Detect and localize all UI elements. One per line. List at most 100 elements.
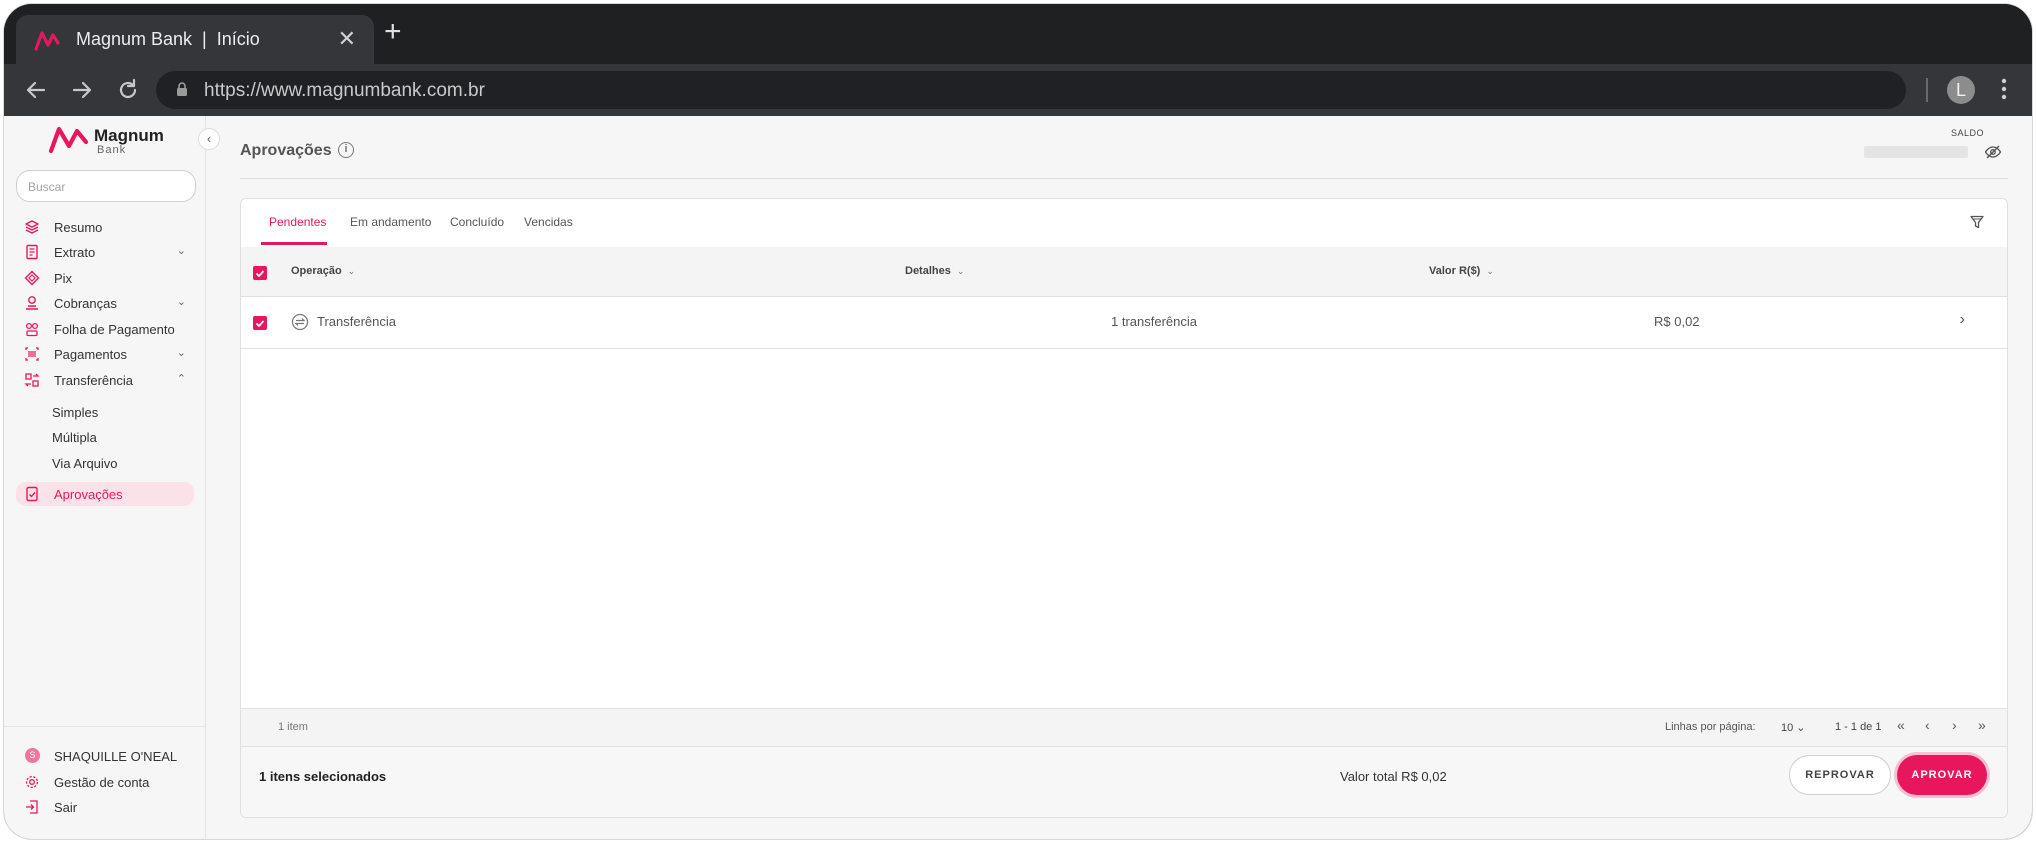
logout-link[interactable]: Sair — [16, 796, 198, 818]
profile-avatar[interactable]: L — [1947, 76, 1975, 104]
sidebar: Magnum Bank Buscar Resumo Extrato ⌄ Pix — [4, 116, 206, 839]
last-page-icon[interactable]: » — [1978, 717, 1986, 733]
operation-cell: Transferência — [317, 314, 396, 329]
sidebar-item-label: Pagamentos — [54, 347, 127, 362]
chevron-down-icon: ⌄ — [176, 245, 186, 257]
close-tab-icon[interactable]: ✕ — [338, 27, 356, 51]
header-divider — [240, 178, 2008, 179]
rows-per-page-select[interactable]: 10 ⌄ — [1781, 721, 1806, 734]
selected-count: 1 itens selecionados — [259, 769, 387, 784]
document-icon — [26, 244, 38, 260]
chevron-down-icon: ⌄ — [176, 347, 186, 359]
filter-icon[interactable] — [1969, 214, 1985, 230]
page-range: 1 - 1 de 1 — [1835, 721, 1882, 733]
next-page-icon[interactable]: › — [1952, 717, 1957, 733]
selection-bar: 1 itens selecionados Valor total R$ 0,02… — [241, 746, 2007, 817]
toolbar-divider — [1926, 78, 1928, 102]
saldo-hidden-value — [1864, 146, 1968, 158]
reload-icon[interactable] — [114, 76, 142, 104]
sidebar-item-extrato[interactable]: Extrato ⌄ — [16, 241, 198, 263]
app-page: Magnum Bank Buscar Resumo Extrato ⌄ Pix — [4, 116, 2032, 839]
eye-off-icon[interactable] — [1984, 143, 2002, 161]
barcode-icon — [25, 347, 39, 361]
table-header: Operação ⌄ Detalhes ⌄ Valor R($) ⌄ — [241, 247, 2007, 297]
logout-label: Sair — [54, 800, 78, 815]
reject-button[interactable]: REPROVAR — [1789, 755, 1891, 795]
page-title: Aprovações — [240, 142, 332, 159]
tab-concluido[interactable]: Concluído — [450, 215, 504, 229]
back-icon[interactable] — [22, 76, 50, 104]
chevron-right-icon[interactable]: › — [1960, 311, 1965, 329]
logout-icon — [26, 800, 38, 814]
tab-em-andamento[interactable]: Em andamento — [350, 215, 431, 229]
sidebar-item-resumo[interactable]: Resumo — [16, 216, 198, 238]
active-tab-indicator — [261, 242, 327, 245]
sidebar-item-transferencia[interactable]: Transferência ⌃ — [16, 369, 198, 391]
status-tabs: Pendentes Em andamento Concluído Vencida… — [241, 199, 2007, 247]
user-name: SHAQUILLE O'NEAL — [54, 749, 178, 764]
sidebar-item-label: Resumo — [54, 220, 103, 235]
column-detalhes[interactable]: Detalhes ⌄ — [905, 265, 964, 277]
sidebar-item-cobrancas[interactable]: Cobranças ⌄ — [16, 292, 198, 314]
prev-page-icon[interactable]: ‹ — [1925, 717, 1930, 733]
transfer-icon — [24, 373, 40, 387]
info-icon[interactable]: i — [338, 142, 354, 158]
magnum-favicon-icon — [34, 31, 60, 51]
sidebar-item-label: Aprovações — [54, 487, 123, 502]
sidebar-item-pagamentos[interactable]: Pagamentos ⌄ — [16, 343, 198, 365]
sidebar-item-label: Pix — [54, 271, 73, 286]
browser-window: Magnum Bank | Início ✕ + https://www.mag… — [4, 4, 2032, 839]
rows-per-page-label: Linhas por página: — [1665, 721, 1756, 733]
sidebar-subitem-via-arquivo[interactable]: Via Arquivo — [52, 456, 118, 471]
browser-tab[interactable]: Magnum Bank | Início ✕ — [16, 15, 374, 65]
chevron-down-icon: ⌄ — [176, 296, 186, 308]
brand-sub: Bank — [97, 144, 127, 156]
sort-icon: ⌄ — [956, 266, 965, 276]
sidebar-item-aprovacoes[interactable]: Aprovações — [16, 482, 194, 506]
lock-icon — [177, 82, 187, 96]
chevron-up-icon: ⌃ — [176, 373, 186, 385]
approval-icon — [26, 486, 38, 502]
collapse-sidebar-icon[interactable]: ‹ — [198, 128, 220, 150]
tab-vencidas[interactable]: Vencidas — [524, 215, 573, 229]
url-text: https://www.magnumbank.com.br — [204, 80, 485, 101]
approve-button[interactable]: APROVAR — [1897, 755, 1987, 795]
magnum-logo-icon — [48, 126, 89, 154]
total-value: Valor total R$ 0,02 — [1340, 769, 1447, 784]
value-cell: R$ 0,02 — [1654, 314, 1700, 329]
new-tab-icon[interactable]: + — [384, 17, 402, 47]
menu-kebab-icon[interactable] — [1999, 74, 2009, 104]
forward-icon[interactable] — [68, 76, 96, 104]
search-input[interactable]: Buscar — [16, 170, 196, 202]
sidebar-item-label: Cobranças — [54, 296, 117, 311]
sidebar-item-label: Folha de Pagamento — [54, 322, 175, 337]
item-count: 1 item — [278, 721, 308, 733]
sidebar-item-label: Transferência — [54, 373, 133, 388]
user-profile[interactable]: S SHAQUILLE O'NEAL — [16, 745, 198, 767]
sidebar-item-pix[interactable]: Pix — [16, 267, 198, 289]
pix-icon — [24, 270, 40, 286]
browser-tab-bar: Magnum Bank | Início ✕ + — [4, 4, 2032, 65]
account-label: Gestão de conta — [54, 775, 150, 790]
address-bar[interactable]: https://www.magnumbank.com.br — [156, 71, 1906, 109]
account-settings-link[interactable]: Gestão de conta — [16, 771, 198, 793]
payroll-icon — [25, 322, 39, 337]
select-all-checkbox[interactable] — [253, 266, 267, 280]
sidebar-item-folha[interactable]: Folha de Pagamento — [16, 318, 198, 340]
saldo-label: SALDO — [1951, 128, 1985, 138]
tab-pendentes[interactable]: Pendentes — [269, 215, 326, 229]
layers-icon — [25, 220, 39, 234]
sidebar-item-label: Extrato — [54, 245, 96, 260]
row-checkbox[interactable] — [253, 316, 267, 330]
gear-icon — [25, 775, 39, 789]
column-operacao[interactable]: Operação ⌄ — [291, 265, 355, 277]
sidebar-subitem-multipla[interactable]: Múltipla — [52, 430, 97, 445]
transfer-operation-icon — [291, 313, 309, 331]
table-row[interactable]: Transferência 1 transferência R$ 0,02 › — [241, 297, 2007, 349]
browser-toolbar: https://www.magnumbank.com.br L — [4, 64, 2032, 116]
table-footer: 1 item Linhas por página: 10 ⌄ 1 - 1 de … — [241, 708, 2007, 746]
sort-icon: ⌄ — [1486, 266, 1494, 276]
sidebar-subitem-simples[interactable]: Simples — [52, 405, 98, 420]
first-page-icon[interactable]: « — [1897, 717, 1905, 733]
column-valor[interactable]: Valor R($) ⌄ — [1429, 265, 1494, 277]
